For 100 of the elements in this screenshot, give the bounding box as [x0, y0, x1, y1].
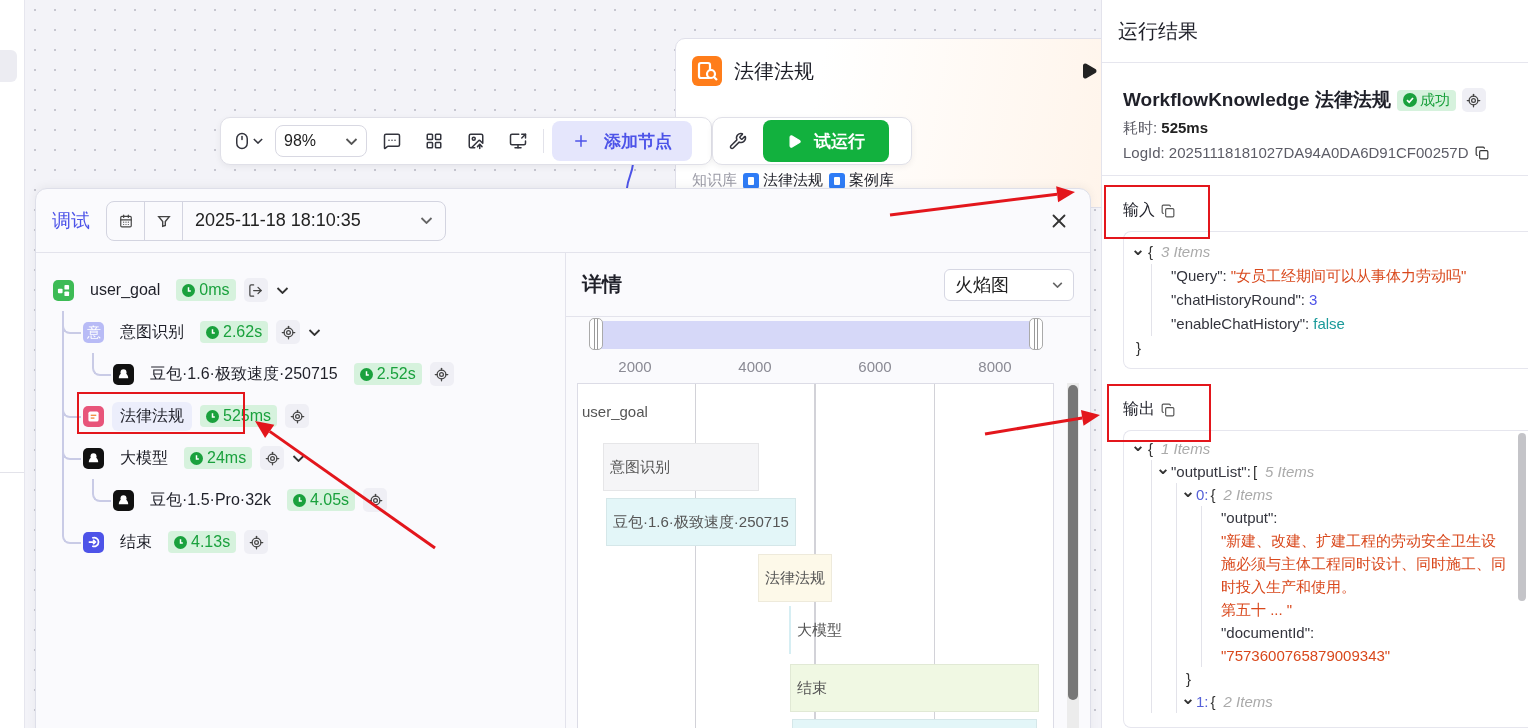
- expand-toggle[interactable]: [275, 286, 289, 294]
- clock-icon: [206, 325, 219, 339]
- bar-label: user_goal: [582, 402, 648, 422]
- slider-handle[interactable]: [1029, 318, 1043, 350]
- copy-icon[interactable]: [1474, 145, 1489, 160]
- copy-icon[interactable]: [1161, 402, 1175, 417]
- model-icon: [83, 447, 104, 469]
- exit-icon: [248, 282, 263, 298]
- chevron-down-icon: [1134, 249, 1142, 255]
- json-key: "outputList":: [1171, 460, 1251, 483]
- json-value: "7573600765879009343": [1221, 646, 1392, 666]
- grid-icon: [425, 132, 443, 150]
- locate-button[interactable]: [429, 362, 454, 386]
- clock-icon: [206, 409, 219, 423]
- duration-text: 2.52s: [376, 365, 416, 383]
- flame-bar[interactable]: 豆包·1.6·极致速度·250715: [606, 498, 796, 546]
- play-icon[interactable]: [1080, 62, 1098, 80]
- end-node-icon: [83, 531, 104, 553]
- locate-button[interactable]: [276, 320, 301, 344]
- play-icon: [787, 133, 802, 149]
- node-name[interactable]: 豆包·1.5·Pro·32k: [142, 485, 279, 515]
- json-value: 3: [1309, 290, 1318, 310]
- view-select[interactable]: 火焰图: [944, 268, 1074, 301]
- log-id: LogId: 20251118181027DA94A0DA6D91CF00257D: [1123, 144, 1469, 161]
- json-key: "output":: [1221, 506, 1278, 529]
- flame-bar[interactable]: 法律法规: [758, 554, 832, 602]
- model-icon: [113, 363, 134, 385]
- mouse-icon: [233, 132, 251, 150]
- calendar-icon: [118, 213, 133, 228]
- json-value: false: [1313, 314, 1345, 334]
- exit-button[interactable]: [243, 278, 268, 302]
- chevron-down-icon: [420, 217, 433, 224]
- json-bracket: {: [1210, 485, 1216, 505]
- chevron-down-icon: [1134, 446, 1142, 451]
- run-time-select[interactable]: 2025-11-18 18:10:35: [183, 201, 445, 240]
- panel-title: 调试: [52, 208, 90, 233]
- flame-bar[interactable]: 意图识别: [603, 443, 759, 491]
- node-name[interactable]: 意图识别: [112, 317, 192, 347]
- item-count: 5 Items: [1265, 462, 1315, 482]
- start-node-icon: [53, 279, 74, 301]
- node-name[interactable]: 大模型: [112, 443, 176, 473]
- expand-toggle[interactable]: [292, 454, 306, 462]
- status-text: 成功: [1419, 90, 1450, 110]
- knowledge-name: 法律法规: [763, 171, 823, 190]
- screen-icon: [509, 132, 527, 150]
- knowledge-icon: [83, 405, 104, 427]
- duration-text: 耗时: 525ms: [1123, 119, 1210, 138]
- json-key: "enableChatHistory":: [1171, 312, 1310, 336]
- comment-icon: [383, 132, 401, 150]
- clock-icon: [190, 451, 203, 465]
- locate-button[interactable]: [285, 404, 310, 428]
- intent-icon: 意: [83, 321, 104, 343]
- json-key: 0:: [1196, 483, 1209, 506]
- locate-icon: [367, 492, 383, 508]
- slider-handle[interactable]: [589, 318, 603, 350]
- filter-icon: [156, 213, 171, 228]
- item-count: 1 Items: [1161, 439, 1211, 459]
- zoom-select[interactable]: 98%: [275, 125, 367, 157]
- node-name[interactable]: user_goal: [82, 277, 169, 303]
- node-name[interactable]: 豆包·1.6·极致速度·250715: [142, 359, 346, 389]
- flame-bar[interactable]: 结束: [790, 664, 1039, 712]
- knowledge-name: 案例库: [849, 171, 894, 190]
- image-icon: [467, 132, 485, 150]
- item-count: 3 Items: [1161, 242, 1211, 262]
- chevron-down-icon: [292, 454, 306, 462]
- detail-title: 详情: [582, 272, 622, 297]
- copy-icon[interactable]: [1161, 203, 1175, 218]
- locate-button[interactable]: [244, 530, 269, 554]
- locate-button[interactable]: [260, 446, 285, 470]
- add-node-button[interactable]: 添加节点: [552, 121, 692, 161]
- chevron-down-icon: [1184, 699, 1192, 704]
- json-key: "chatHistoryRound":: [1171, 288, 1306, 312]
- node-name[interactable]: 法律法规: [112, 401, 192, 431]
- duration-text: 4.13s: [191, 533, 231, 551]
- locate-icon: [264, 450, 280, 466]
- chevron-down-icon: [253, 138, 263, 144]
- chevron-down-icon: [275, 286, 289, 294]
- locate-icon: [434, 366, 450, 382]
- item-count: 2 Items: [1223, 485, 1273, 505]
- clock-icon: [182, 283, 196, 297]
- locate-button[interactable]: [1461, 88, 1486, 112]
- json-value: "新建、改建、扩建工程的劳动安全卫生设施必须与主体工程同时设计、同时施工、同时投入生产和使用。: [1221, 531, 1507, 597]
- chevron-down-icon: [345, 137, 358, 145]
- json-bracket: {: [1148, 439, 1153, 459]
- tree-line: [92, 353, 111, 376]
- range-slider[interactable]: [591, 321, 1041, 349]
- json-bracket: }: [1136, 338, 1141, 358]
- axis-label: 6000: [857, 357, 893, 375]
- chevron-down-icon: [1184, 492, 1192, 497]
- node-name[interactable]: 结束: [112, 527, 160, 557]
- field-label: 知识库: [692, 171, 737, 190]
- scrollbar-thumb[interactable]: [1518, 433, 1526, 601]
- item-count: 2 Items: [1223, 692, 1273, 712]
- check-icon: [1402, 93, 1417, 107]
- plus-icon: [572, 132, 590, 150]
- scrollbar-thumb[interactable]: [1068, 385, 1078, 700]
- clock-icon: [359, 367, 373, 381]
- clock-icon: [174, 535, 187, 549]
- expand-toggle[interactable]: [308, 328, 322, 336]
- knowledge-icon: [692, 56, 722, 86]
